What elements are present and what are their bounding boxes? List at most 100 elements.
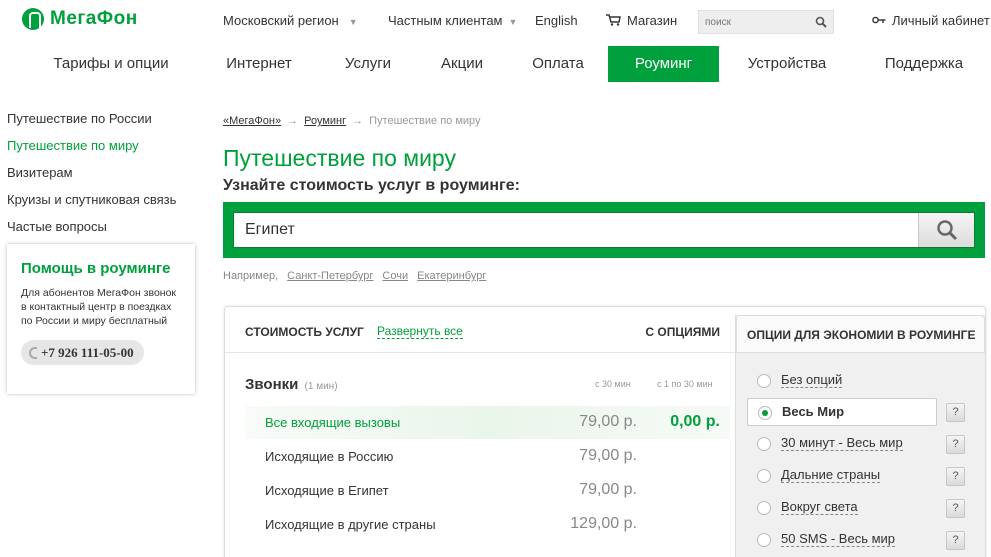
- option-ves-mir[interactable]: Весь Мир: [747, 398, 937, 426]
- price-row: Исходящие в Россию 79,00 р.: [245, 440, 730, 473]
- option-label: Без опций: [781, 372, 843, 388]
- radio-button-selected[interactable]: [758, 406, 772, 420]
- page-title: Путешествие по миру: [223, 145, 456, 171]
- segment-label: Частным клиентам: [388, 13, 503, 28]
- sidebar-nav: Путешествие по России Путешествие по мир…: [7, 110, 176, 245]
- megafon-logo-icon: [22, 8, 44, 30]
- segment-selector[interactable]: Частным клиентам ▼: [388, 13, 517, 28]
- option-label: Весь Мир: [782, 404, 845, 419]
- price-row-label: Все входящие вызовы: [265, 415, 401, 430]
- breadcrumb-separator: →: [352, 115, 364, 127]
- calls-title: Звонки: [245, 376, 299, 393]
- option-label: Вокруг света: [781, 499, 858, 515]
- megafon-logo[interactable]: МегаФон: [22, 8, 138, 30]
- help-text: Для абонентов МегаФон звонок в контактны…: [21, 287, 177, 327]
- key-icon: [872, 16, 886, 24]
- sidebar-item-russia[interactable]: Путешествие по России: [7, 110, 176, 137]
- radio-button[interactable]: [757, 374, 771, 388]
- column-header: с 1 по 30 мин: [657, 379, 713, 389]
- account-link[interactable]: Личный кабинет: [872, 13, 990, 28]
- pricing-header: СТОИМОСТЬ УСЛУГ Развернуть все С ОПЦИЯМИ: [225, 307, 735, 353]
- option-no-options[interactable]: Без опций: [747, 367, 937, 395]
- radio-button[interactable]: [757, 533, 771, 547]
- calls-section-title: Звонки (1 мин): [245, 376, 338, 393]
- option-around-world[interactable]: Вокруг света: [747, 494, 937, 522]
- phone-icon: [29, 346, 37, 359]
- option-label: 30 минут - Весь мир: [781, 435, 903, 451]
- option-price-value: 0,00 р.: [670, 413, 720, 430]
- help-icon[interactable]: ?: [946, 403, 965, 422]
- radio-button[interactable]: [757, 501, 771, 515]
- savings-options-title: ОПЦИИ ДЛЯ ЭКОНОМИИ В РОУМИНГЕ: [736, 315, 985, 353]
- breadcrumb-roaming[interactable]: Роуминг: [304, 115, 346, 127]
- chevron-down-icon: ▼: [508, 16, 518, 27]
- price-row: Исходящие в Египет 79,00 р.: [245, 474, 730, 507]
- breadcrumb-home[interactable]: «МегаФон»: [223, 115, 281, 127]
- site-search[interactable]: [698, 10, 834, 34]
- shop-link[interactable]: Магазин: [606, 13, 677, 28]
- calls-unit: (1 мин): [304, 381, 338, 392]
- page-subtitle: Узнайте стоимость услуг в роуминге:: [223, 177, 520, 194]
- help-icon[interactable]: ?: [946, 531, 965, 550]
- search-icon[interactable]: [815, 16, 827, 28]
- price-row-label: Исходящие в другие страны: [265, 517, 436, 532]
- help-icon[interactable]: ?: [946, 499, 965, 518]
- sidebar-item-cruises[interactable]: Круизы и спутниковая связь: [7, 191, 176, 218]
- help-icon[interactable]: ?: [946, 467, 965, 486]
- breadcrumb-current: Путешествие по миру: [369, 115, 481, 127]
- breadcrumb: «МегаФон» → Роуминг → Путешествие по миру: [223, 115, 481, 127]
- price-row-label: Исходящие в Египет: [265, 483, 389, 498]
- nav-item-promos[interactable]: Акции: [426, 46, 498, 82]
- country-search-input[interactable]: [234, 213, 914, 247]
- main-nav: Тарифы и опции Интернет Услуги Акции Опл…: [0, 46, 991, 82]
- search-examples: Например, Санкт-Петербург Сочи Екатеринбург: [223, 270, 486, 282]
- nav-item-internet[interactable]: Интернет: [212, 46, 306, 82]
- sidebar-item-faq[interactable]: Частые вопросы: [7, 218, 176, 245]
- country-search-box: [233, 212, 975, 248]
- column-header: с 30 мин: [595, 379, 631, 389]
- expand-all-link[interactable]: Развернуть все: [377, 325, 463, 339]
- sidebar-item-visitors[interactable]: Визитерам: [7, 164, 176, 191]
- search-icon: [936, 220, 957, 241]
- radio-button[interactable]: [757, 469, 771, 483]
- nav-item-support[interactable]: Поддержка: [870, 46, 978, 82]
- option-30-min[interactable]: 30 минут - Весь мир: [747, 430, 937, 458]
- nav-item-payment[interactable]: Оплата: [520, 46, 596, 82]
- radio-button[interactable]: [757, 437, 771, 451]
- country-search-button[interactable]: [918, 213, 974, 247]
- example-link[interactable]: Сочи: [382, 270, 408, 282]
- roaming-help-card: Помощь в роуминге Для абонентов МегаФон …: [7, 244, 195, 394]
- shop-label: Магазин: [627, 13, 678, 28]
- site-search-input[interactable]: [699, 11, 809, 33]
- option-50-sms[interactable]: 50 SMS - Весь мир: [747, 526, 937, 554]
- nav-item-tariffs[interactable]: Тарифы и опции: [40, 46, 182, 82]
- price-value: 129,00 р.: [570, 515, 637, 532]
- nav-item-roaming[interactable]: Роуминг: [608, 46, 719, 82]
- examples-label: Например,: [223, 270, 279, 282]
- help-title: Помощь в роуминге: [21, 260, 171, 277]
- price-row-label: Исходящие в Россию: [265, 449, 394, 464]
- price-row: Все входящие вызовы 79,00 р. 0,00 р.: [245, 406, 730, 439]
- country-search-panel: [223, 202, 985, 258]
- price-row: Исходящие в другие страны 129,00 р.: [245, 508, 730, 541]
- option-label: Дальние страны: [781, 467, 881, 483]
- language-link[interactable]: English: [535, 13, 578, 28]
- region-selector[interactable]: Московский регион ▼: [223, 13, 358, 28]
- help-icon[interactable]: ?: [946, 435, 965, 454]
- price-value: 79,00 р.: [579, 481, 637, 498]
- savings-options-panel: ОПЦИИ ДЛЯ ЭКОНОМИИ В РОУМИНГЕ Без опций …: [735, 315, 985, 557]
- breadcrumb-separator: →: [287, 115, 299, 127]
- logo-text: МегаФон: [50, 8, 138, 29]
- help-phone[interactable]: +7 926 111-05-00: [21, 340, 144, 365]
- region-label: Московский регион: [223, 13, 339, 28]
- nav-item-devices[interactable]: Устройства: [738, 46, 836, 82]
- option-far-countries[interactable]: Дальние страны: [747, 462, 937, 490]
- example-link[interactable]: Санкт-Петербург: [287, 270, 373, 282]
- example-link[interactable]: Екатеринбург: [417, 270, 486, 282]
- nav-item-services[interactable]: Услуги: [330, 46, 406, 82]
- top-bar: МегаФон Московский регион ▼ Частным клиен…: [0, 0, 991, 42]
- price-value: 79,00 р.: [579, 447, 637, 464]
- sidebar-item-world[interactable]: Путешествие по миру: [7, 137, 176, 164]
- with-options-heading: С ОПЦИЯМИ: [645, 325, 720, 339]
- cart-icon: [606, 14, 621, 26]
